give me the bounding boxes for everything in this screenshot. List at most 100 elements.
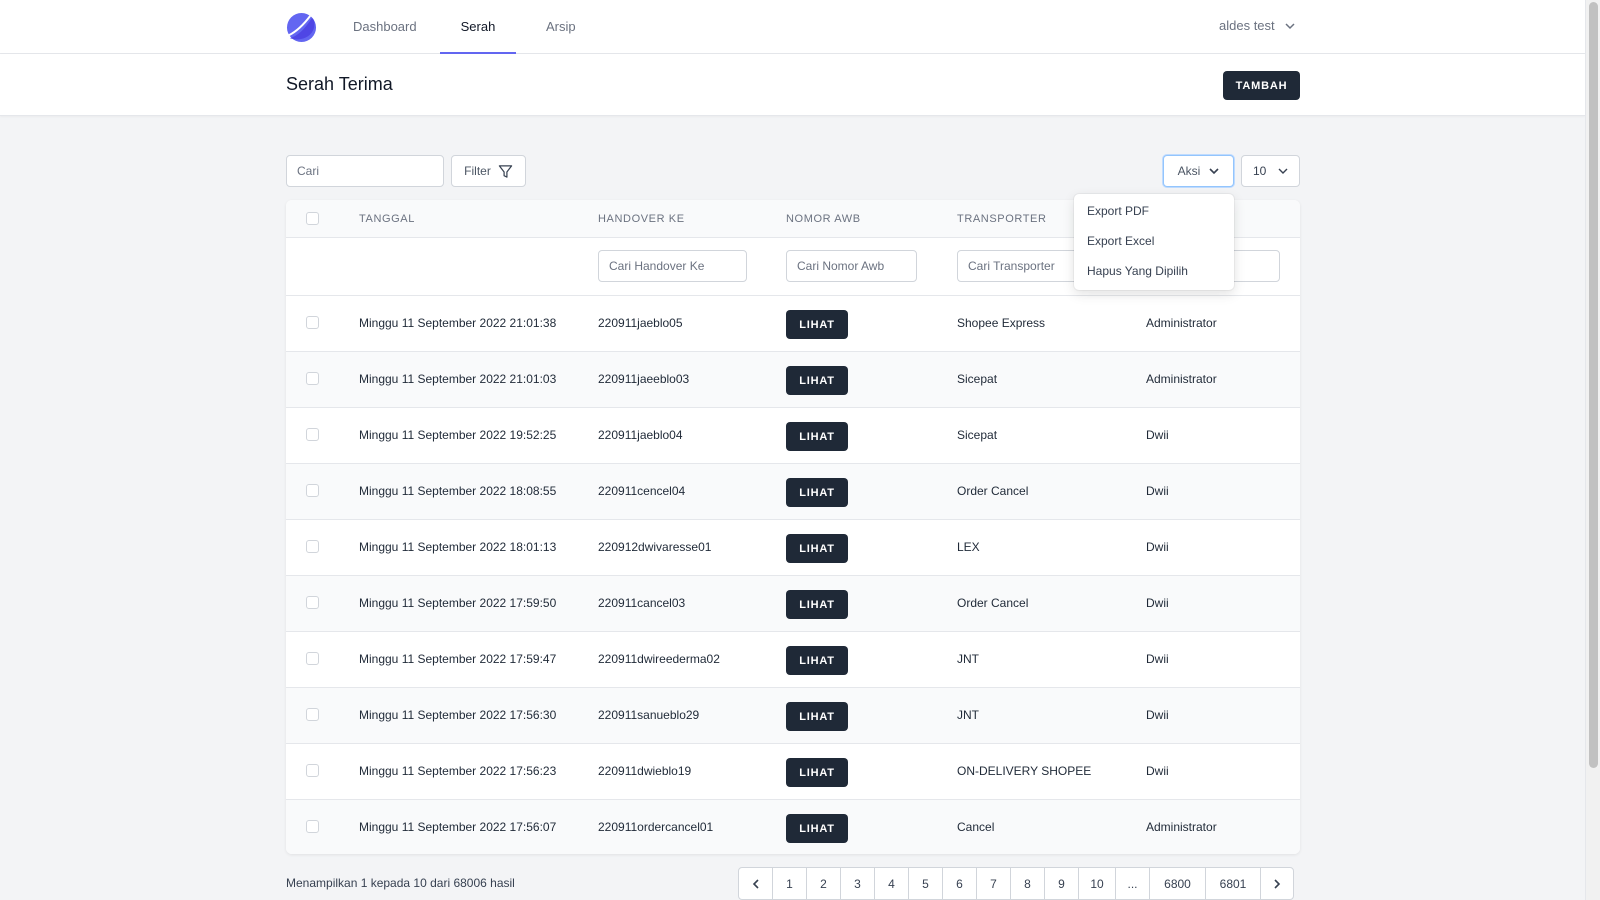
nav-serah-terima[interactable]: Serah Terima [440,0,516,87]
cell-user: Dwii [1146,484,1169,498]
filter-button[interactable]: Filter [451,155,526,187]
cell-user: Dwii [1146,596,1169,610]
page-scrollbar[interactable] [1585,0,1600,900]
cell-handover-ke: 220911ordercancel01 [598,820,714,834]
cell-transporter: ON-DELIVERY SHOPEE [957,764,1092,778]
cell-user: Dwii [1146,652,1169,666]
cell-handover-ke: 220911dwireederma02 [598,652,720,666]
row-checkbox[interactable] [306,316,319,329]
view-awb-button[interactable]: LIHAT [786,590,848,619]
view-awb-button[interactable]: LIHAT [786,534,848,563]
row-checkbox[interactable] [306,372,319,385]
page-button[interactable]: 4 [875,868,909,899]
cell-transporter: Order Cancel [957,596,1029,610]
cell-handover-ke: 220911jaeeblo03 [598,372,690,386]
cell-transporter: Order Cancel [957,484,1029,498]
cell-transporter: Shopee Express [957,316,1046,330]
menu-delete-selected[interactable]: Hapus Yang Dipilih [1087,264,1188,278]
cell-handover-ke: 220911dwieblo19 [598,764,692,778]
view-awb-button[interactable]: LIHAT [786,310,848,339]
page-button[interactable]: 6 [943,868,977,899]
row-checkbox[interactable] [306,484,319,497]
actions-button[interactable]: Aksi [1163,155,1234,187]
table-row: Minggu 11 September 2022 17:56:23 220911d… [286,744,1300,800]
table-row: Minggu 11 September 2022 19:52:25 220911j… [286,408,1300,464]
row-checkbox[interactable] [306,764,319,777]
user-menu[interactable]: aldes test [1219,18,1295,33]
cell-tanggal: Minggu 11 September 2022 17:56:30 [359,708,557,722]
next-page-button[interactable] [1261,868,1293,899]
cell-transporter: LEX [957,540,980,554]
table-row: Minggu 11 September 2022 21:01:38 220911j… [286,296,1300,352]
cell-user: Dwii [1146,428,1169,442]
menu-export-excel[interactable]: Export Excel [1087,234,1154,248]
cell-user: Dwii [1146,764,1169,778]
cell-transporter: Sicepat [957,428,998,442]
cell-tanggal: Minggu 11 September 2022 21:01:38 [359,316,557,330]
prev-page-button[interactable] [739,868,773,899]
header-tanggal[interactable]: TANGGAL [359,213,415,225]
page-button[interactable]: 5 [909,868,943,899]
awb-filter-input[interactable] [786,250,917,282]
view-awb-button[interactable]: LIHAT [786,702,848,731]
menu-export-pdf[interactable]: Export PDF [1087,204,1149,218]
header-handover-ke[interactable]: HANDOVER KE [598,213,685,225]
filter-label: Filter [464,164,491,178]
cell-tanggal: Minggu 11 September 2022 17:59:47 [359,652,557,666]
header-transporter[interactable]: TRANSPORTER [957,213,1047,225]
search-input[interactable] [286,155,444,187]
cell-tanggal: Minggu 11 September 2022 17:56:23 [359,764,557,778]
page-button[interactable]: 3 [841,868,875,899]
row-checkbox[interactable] [306,820,319,833]
row-checkbox[interactable] [306,708,319,721]
row-checkbox[interactable] [306,428,319,441]
page-header: Serah Terima TAMBAH [0,54,1585,116]
view-awb-button[interactable]: LIHAT [786,422,848,451]
page-button[interactable]: 7 [977,868,1011,899]
row-checkbox[interactable] [306,540,319,553]
transporter-filter-input[interactable] [957,250,1089,282]
scrollbar-thumb[interactable] [1589,2,1598,768]
page-ellipsis: ... [1116,868,1150,899]
user-name: aldes test [1219,18,1275,33]
actions-label: Aksi [1177,164,1201,178]
page-button[interactable]: 9 [1045,868,1079,899]
cell-user: Dwii [1146,540,1169,554]
view-awb-button[interactable]: LIHAT [786,758,848,787]
chevron-left-icon [752,878,759,889]
add-button[interactable]: TAMBAH [1223,71,1300,100]
handover-filter-input[interactable] [598,250,747,282]
header-nomor-awb[interactable]: NOMOR AWB [786,213,861,225]
page-button[interactable]: 8 [1011,868,1045,899]
cell-tanggal: Minggu 11 September 2022 18:08:55 [359,484,557,498]
cell-tanggal: Minggu 11 September 2022 18:01:13 [359,540,557,554]
view-awb-button[interactable]: LIHAT [786,814,848,843]
view-awb-button[interactable]: LIHAT [786,646,848,675]
page-title: Serah Terima [286,74,393,94]
page-button[interactable]: 10 [1079,868,1116,899]
nav-dashboard[interactable]: Dashboard [353,0,417,54]
view-awb-button[interactable]: LIHAT [786,478,848,507]
table-row: Minggu 11 September 2022 18:01:13 220912d… [286,520,1300,576]
chevron-right-icon [1274,878,1281,889]
cell-handover-ke: 220911cancel03 [598,596,686,610]
view-awb-button[interactable]: LIHAT [786,366,848,395]
cell-handover-ke: 220911jaeblo04 [598,428,683,442]
page-button[interactable]: 6800 [1150,868,1206,899]
nav-arsip[interactable]: Arsip [546,0,576,54]
page-button[interactable]: 2 [807,868,841,899]
page-button[interactable]: 1 [773,868,807,899]
table-row: Minggu 11 September 2022 17:56:07 220911o… [286,800,1300,854]
app-logo-icon[interactable] [286,12,317,43]
cell-transporter: JNT [957,708,979,722]
table-row: Minggu 11 September 2022 17:59:50 220911c… [286,576,1300,632]
page-button[interactable]: 6801 [1206,868,1261,899]
cell-transporter: Cancel [957,820,995,834]
per-page-select[interactable]: 10 [1241,155,1300,187]
table-row: Minggu 11 September 2022 21:01:03 220911j… [286,352,1300,408]
cell-tanggal: Minggu 11 September 2022 19:52:25 [359,428,557,442]
table-row: Minggu 11 September 2022 18:08:55 220911c… [286,464,1300,520]
row-checkbox[interactable] [306,596,319,609]
select-all-checkbox[interactable] [306,212,319,225]
row-checkbox[interactable] [306,652,319,665]
